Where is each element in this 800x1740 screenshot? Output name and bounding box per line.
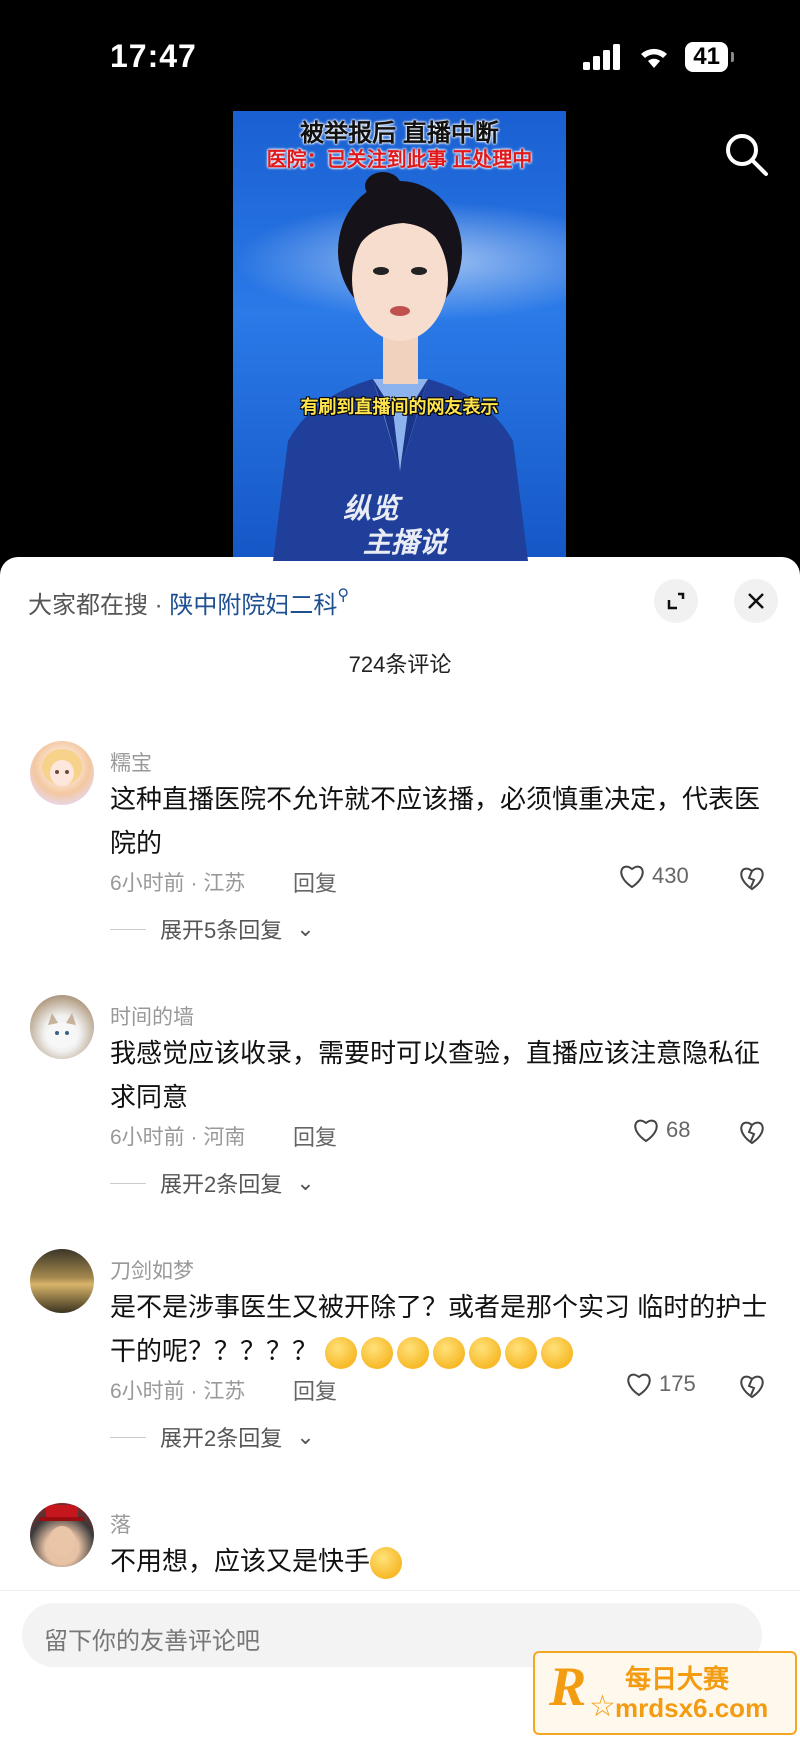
heart-icon xyxy=(620,865,644,889)
like-count: 175 xyxy=(659,1371,696,1396)
comment-username[interactable]: 糯宝 xyxy=(110,747,152,777)
comment-sheet: 大家都在搜 · 陕中附院妇二科⚲ 724条评论 糯宝 这种直播医院不允许就不应该… xyxy=(0,557,800,1740)
news-anchor-image xyxy=(273,172,528,561)
close-icon xyxy=(748,593,764,609)
emoji-crying-laughing xyxy=(505,1337,538,1370)
avatar[interactable] xyxy=(30,1249,94,1313)
like-count: 68 xyxy=(666,1117,691,1142)
expand-icon xyxy=(667,592,685,610)
signal-icon xyxy=(583,44,621,70)
emoji-crying-laughing xyxy=(469,1337,502,1370)
like-button[interactable]: 430 xyxy=(618,863,689,889)
like-button[interactable]: 175 xyxy=(625,1371,696,1397)
emoji-thinking xyxy=(325,1337,358,1370)
emoji-crying-laughing xyxy=(541,1337,574,1370)
video-brand-line2: 主播说 xyxy=(363,527,448,558)
site-watermark: R ☆ 每日大赛 mrdsx6.com xyxy=(533,1651,797,1735)
expand-button[interactable] xyxy=(654,579,698,623)
chevron-down-icon: ⌄ xyxy=(296,1424,315,1449)
avatar[interactable] xyxy=(30,741,94,805)
battery-indicator: 41 xyxy=(685,42,734,72)
watermark-line2: mrdsx6.com xyxy=(615,1693,769,1723)
comment-meta: 6小时前 · 河南 xyxy=(110,1126,246,1149)
reply-button[interactable]: 回复 xyxy=(293,866,337,898)
search-icon[interactable] xyxy=(722,130,770,178)
emoji-yum xyxy=(370,1547,403,1580)
comment-text: 是不是涉事医生又被开除了？或者是那个实习 临时的护士干的呢？？？？？ xyxy=(110,1285,770,1373)
expand-replies[interactable]: 展开2条回复 ⌄ xyxy=(110,1421,315,1453)
close-button[interactable] xyxy=(734,579,778,623)
watermark-logo: R xyxy=(549,1656,587,1718)
chevron-down-icon: ⌄ xyxy=(296,916,315,941)
like-button[interactable]: 68 xyxy=(632,1117,690,1143)
video-caption: 有刷到直播间的网友表示 xyxy=(300,397,499,417)
comment-username[interactable]: 时间的墙 xyxy=(110,1001,194,1031)
hot-search-term[interactable]: 陕中附院妇二科 xyxy=(169,592,337,619)
comment-input-placeholder: 留下你的友善评论吧 xyxy=(44,1628,260,1655)
heart-icon xyxy=(634,1119,658,1143)
broken-heart-icon[interactable] xyxy=(738,1373,766,1399)
wifi-icon xyxy=(641,48,668,68)
avatar[interactable] xyxy=(30,1503,94,1567)
avatar[interactable] xyxy=(30,995,94,1059)
hot-search-label: 大家都在搜 · xyxy=(28,592,170,619)
comment-text-body: 不用想，应该又是快手 xyxy=(110,1546,371,1576)
expand-replies[interactable]: 展开2条回复 ⌄ xyxy=(110,1167,315,1199)
expand-replies[interactable]: 展开5条回复 ⌄ xyxy=(110,913,315,945)
comment-username[interactable]: 刀剑如梦 xyxy=(110,1255,194,1285)
heart-icon xyxy=(627,1373,651,1397)
status-icons: 41 xyxy=(583,42,734,72)
like-count: 430 xyxy=(652,863,689,888)
broken-heart-icon[interactable] xyxy=(738,1119,766,1145)
emoji-thinking xyxy=(397,1337,430,1370)
reply-button[interactable]: 回复 xyxy=(293,1120,337,1152)
comment-meta: 6小时前 · 江苏 xyxy=(110,872,246,895)
expand-replies-label: 展开2条回复 xyxy=(160,1172,283,1197)
hot-search[interactable]: 大家都在搜 · 陕中附院妇二科⚲ xyxy=(28,585,349,620)
emoji-thinking xyxy=(361,1337,394,1370)
video-player[interactable]: 被举报后 直播中断 医院：已关注到此事 正处理中 有刷到直播间的网友表示 纵览 … xyxy=(233,111,566,561)
expand-replies-label: 展开2条回复 xyxy=(160,1426,283,1451)
broken-heart-icon[interactable] xyxy=(738,865,766,891)
comment-username[interactable]: 落 xyxy=(110,1509,131,1539)
chevron-down-icon: ⌄ xyxy=(296,1170,315,1195)
expand-replies-label: 展开5条回复 xyxy=(160,918,283,943)
comment-meta: 6小时前 · 江苏 xyxy=(110,1380,246,1403)
status-time: 17:47 xyxy=(110,38,197,74)
reply-button[interactable]: 回复 xyxy=(293,1374,337,1406)
watermark-line1: 每日大赛 xyxy=(625,1664,730,1694)
emoji-crying-laughing xyxy=(433,1337,466,1370)
comment-text: 这种直播医院不允许就不应该播，必须慎重决定，代表医院的 xyxy=(110,784,761,858)
comment-text: 我感觉应该收录，需要时可以查验，直播应该注意隐私征求同意 xyxy=(110,1038,761,1112)
search-small-icon: ⚲ xyxy=(337,587,350,604)
comment-count: 724条评论 xyxy=(348,652,452,677)
comment-text: 不用想，应该又是快手 xyxy=(110,1539,770,1583)
star-icon: ☆ xyxy=(589,1690,616,1723)
